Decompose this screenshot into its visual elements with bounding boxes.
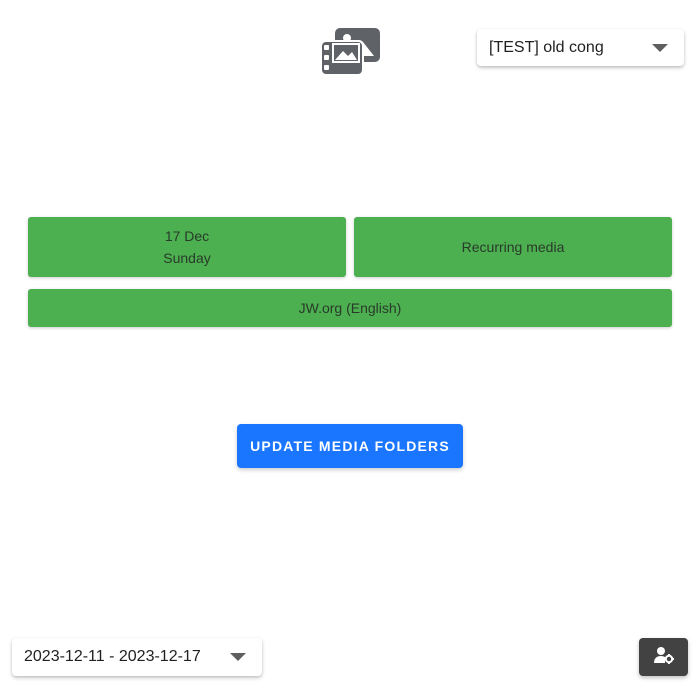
media-day-weekday: Sunday	[163, 250, 211, 266]
update-media-folders-button[interactable]: UPDATE MEDIA FOLDERS	[237, 424, 463, 468]
recurring-media-label: Recurring media	[461, 239, 565, 255]
chevron-down-icon	[652, 43, 668, 52]
media-day-date: 17 Dec	[164, 228, 210, 244]
recurring-media-tile[interactable]: Recurring media	[354, 217, 672, 277]
date-range-value: 2023-12-11 - 2023-12-17	[24, 648, 201, 665]
update-media-folders-label: UPDATE MEDIA FOLDERS	[250, 438, 450, 454]
settings-button[interactable]	[639, 638, 688, 676]
jw-org-label: JW.org (English)	[298, 300, 402, 316]
media-folders-icon	[319, 27, 381, 77]
date-range-select[interactable]: 2023-12-11 - 2023-12-17	[12, 638, 262, 676]
congregation-select-value: [TEST] old cong	[489, 38, 604, 56]
media-day-tile[interactable]: 17 Dec Sunday	[28, 217, 346, 277]
congregation-select[interactable]: [TEST] old cong	[477, 29, 684, 66]
chevron-down-icon	[230, 653, 246, 661]
jw-org-tile[interactable]: JW.org (English)	[28, 289, 672, 327]
user-cog-icon	[653, 646, 674, 669]
app-page: [TEST] old cong 17 Dec Sunday Recurring …	[0, 0, 700, 700]
